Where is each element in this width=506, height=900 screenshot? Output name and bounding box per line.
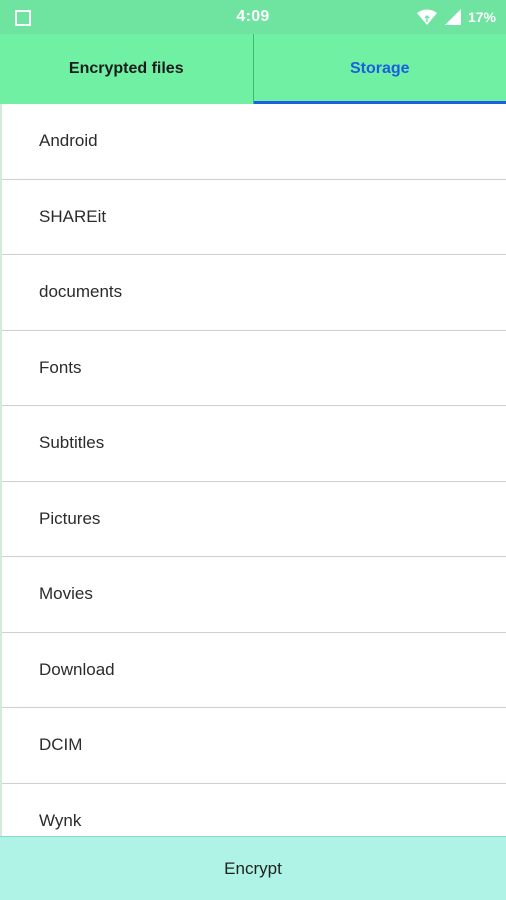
file-name: Subtitles: [39, 433, 105, 453]
encrypt-button[interactable]: Encrypt: [0, 836, 506, 900]
list-item[interactable]: Pictures: [2, 482, 506, 557]
storage-file-list[interactable]: Android SHAREit documents Fonts Subtitle…: [0, 104, 506, 836]
file-name: documents: [39, 282, 123, 302]
tab-encrypted-files[interactable]: Encrypted files: [0, 34, 253, 104]
list-item[interactable]: Movies: [2, 557, 506, 633]
list-item[interactable]: Subtitles: [2, 406, 506, 482]
file-name: Android: [39, 131, 98, 151]
tab-storage[interactable]: Storage: [252, 34, 506, 104]
list-item[interactable]: Fonts: [2, 331, 506, 406]
file-name: Pictures: [39, 508, 101, 528]
encrypt-label: Encrypt: [224, 858, 282, 878]
status-bar: 4:09 17%: [0, 0, 506, 34]
file-name: Wynk: [39, 810, 82, 830]
list-item[interactable]: Download: [2, 633, 506, 708]
tab-label: Storage: [349, 60, 410, 77]
status-icons: 17%: [416, 8, 496, 26]
file-name: Movies: [39, 584, 93, 604]
file-name: Fonts: [39, 357, 82, 377]
file-name: DCIM: [39, 735, 83, 755]
list-item[interactable]: Android: [2, 104, 506, 180]
tab-label: Encrypted files: [68, 60, 184, 77]
wifi-icon: [416, 9, 437, 25]
file-name: Download: [39, 659, 115, 679]
battery-percentage: 17%: [467, 9, 496, 25]
list-item[interactable]: Wynk: [2, 784, 506, 837]
signal-icon: [444, 9, 461, 25]
file-name: SHAREit: [39, 206, 107, 226]
list-item[interactable]: documents: [2, 255, 506, 331]
list-item[interactable]: DCIM: [2, 708, 506, 784]
list-item[interactable]: SHAREit: [2, 180, 506, 255]
app-screen: 4:09 17% Encrypted files Storage Android…: [0, 0, 506, 900]
tab-bar: Encrypted files Storage: [0, 34, 506, 104]
